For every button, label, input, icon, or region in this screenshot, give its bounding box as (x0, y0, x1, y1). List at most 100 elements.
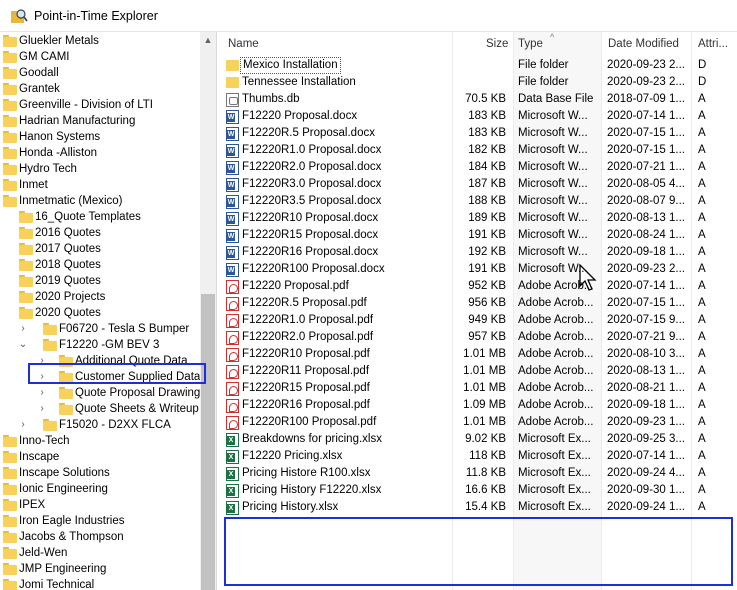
tree-item[interactable]: ⌄ F12220 -GM BEV 3 (3, 337, 203, 353)
tree-item[interactable]: › Quote Sheets & Writeup (3, 401, 203, 417)
file-name: F12220R100 Proposal.pdf (242, 416, 377, 428)
tree-item[interactable]: › Quote Proposal Drawings (3, 385, 206, 401)
file-row[interactable]: Tennessee Installation File folder 2020-09… (220, 74, 737, 91)
tree-item[interactable]: 16_Quote Templates (3, 209, 203, 225)
tree-item[interactable]: Inno-Tech (3, 433, 203, 449)
tree-item[interactable]: Ionic Engineering (3, 481, 203, 497)
file-attributes: A (698, 467, 706, 479)
file-row[interactable]: F12220 Proposal.pdf 952 KB Adobe Acrob... 2… (220, 278, 737, 295)
file-name: F12220R10 Proposal.pdf (242, 348, 370, 360)
file-row[interactable]: F12220 Pricing.xlsx 118 KB Microsoft Ex...… (220, 448, 737, 465)
folder-icon (3, 51, 17, 63)
tree-item[interactable]: Inscape Solutions (3, 465, 203, 481)
tree-item[interactable]: Hanon Systems (3, 129, 203, 145)
column-header-attributes[interactable]: Attri... (698, 38, 728, 50)
file-name: F12220R15 Proposal.docx (242, 229, 379, 241)
file-row[interactable]: F12220R100 Proposal.docx 191 KB Microsoft … (220, 261, 737, 278)
file-row[interactable]: F12220R15 Proposal.pdf 1.01 MB Adobe Acrob… (220, 380, 737, 397)
tree-scrollbar[interactable]: ▲ (200, 32, 216, 590)
file-modified: 2020-07-15 1... (607, 127, 686, 139)
tree-item[interactable]: 2020 Quotes (3, 305, 203, 321)
file-size: 118 KB (469, 450, 506, 462)
file-row[interactable]: F12220R.5 Proposal.pdf 956 KB Adobe Acrob.… (220, 295, 737, 312)
tree-item[interactable]: JMP Engineering (3, 561, 203, 577)
file-row[interactable]: F12220R2.0 Proposal.docx 184 KB Microsoft … (220, 159, 737, 176)
tree-item[interactable]: Honda -Alliston (3, 145, 203, 161)
file-row[interactable]: Pricing History F12220.xlsx 16.6 KB Micros… (220, 482, 737, 499)
tree-item[interactable]: 2019 Quotes (3, 273, 203, 289)
word-document-icon (226, 212, 239, 226)
chevron-right-icon[interactable]: › (37, 402, 47, 416)
folder-icon (3, 115, 17, 127)
column-header-type[interactable]: Type (518, 38, 543, 50)
file-row[interactable]: F12220R100 Proposal.pdf 1.01 MB Adobe Acro… (220, 414, 737, 431)
chevron-right-icon[interactable]: › (18, 418, 28, 432)
tree-item[interactable]: Goodall (3, 65, 203, 81)
tree-item[interactable]: 2016 Quotes (3, 225, 203, 241)
chevron-right-icon[interactable]: › (18, 322, 28, 336)
tree-item[interactable]: Iron Eagle Industries (3, 513, 203, 529)
column-header-modified[interactable]: Date Modified (608, 38, 679, 50)
file-row[interactable]: F12220R11 Proposal.pdf 1.01 MB Adobe Acrob… (220, 363, 737, 380)
file-list[interactable]: Name Size ^ Type Date Modified Attri... … (220, 32, 737, 590)
excel-document-icon (226, 484, 239, 498)
column-header-name[interactable]: Name (228, 38, 259, 50)
tree-item[interactable]: Grantek (3, 81, 203, 97)
file-row[interactable]: F12220R3.5 Proposal.docx 188 KB Microsoft … (220, 193, 737, 210)
file-modified: 2020-09-25 3... (607, 433, 686, 445)
file-row[interactable]: F12220R2.0 Proposal.pdf 957 KB Adobe Acrob… (220, 329, 737, 346)
file-row[interactable]: Mexico Installation File folder 2020-09-23… (220, 57, 737, 74)
tree-item[interactable]: GM CAMI (3, 49, 203, 65)
file-row[interactable]: Pricing History.xlsx 15.4 KB Microsoft Ex.… (220, 499, 737, 516)
tree-item[interactable]: 2017 Quotes (3, 241, 203, 257)
file-row[interactable]: F12220R1.0 Proposal.docx 182 KB Microsoft … (220, 142, 737, 159)
tree-item[interactable]: Jacobs & Thompson (3, 529, 203, 545)
file-row[interactable]: F12220 Proposal.docx 183 KB Microsoft W...… (220, 108, 737, 125)
chevron-down-icon[interactable]: ⌄ (18, 338, 28, 352)
file-row[interactable]: F12220R16 Proposal.pdf 1.09 MB Adobe Acrob… (220, 397, 737, 414)
tree-item[interactable]: › F06720 - Tesla S Bumper (3, 321, 203, 337)
file-row[interactable]: F12220R16 Proposal.docx 192 KB Microsoft W… (220, 244, 737, 261)
tree-item[interactable]: 2020 Projects (3, 289, 203, 305)
tree-item[interactable]: Gluekler Metals (3, 33, 203, 49)
file-size: 956 KB (468, 297, 506, 309)
file-row[interactable]: F12220R15 Proposal.docx 191 KB Microsoft W… (220, 227, 737, 244)
file-type: Microsoft W... (518, 263, 588, 275)
tree-item-label: Jacobs & Thompson (19, 531, 124, 543)
folder-icon (19, 275, 33, 287)
column-header-size[interactable]: Size (486, 38, 508, 50)
tree-item[interactable]: Hadrian Manufacturing (3, 113, 203, 129)
tree-item[interactable]: 2018 Quotes (3, 257, 203, 273)
tree-item[interactable]: Greenville - Division of LTI (3, 97, 203, 113)
tree-item[interactable]: Hydro Tech (3, 161, 203, 177)
tree-item[interactable]: Jeld-Wen (3, 545, 203, 561)
file-row[interactable]: F12220R.5 Proposal.docx 183 KB Microsoft W… (220, 125, 737, 142)
folder-icon (3, 179, 17, 191)
file-row[interactable]: F12220R3.0 Proposal.docx 187 KB Microsoft … (220, 176, 737, 193)
file-row[interactable]: F12220R10 Proposal.pdf 1.01 MB Adobe Acrob… (220, 346, 737, 363)
file-type: Microsoft W... (518, 110, 588, 122)
file-name: F12220R.5 Proposal.pdf (242, 297, 367, 309)
file-row[interactable]: Pricing Histore R100.xlsx 11.8 KB Microsof… (220, 465, 737, 482)
file-type: Microsoft W... (518, 144, 588, 156)
file-type: File folder (518, 59, 569, 71)
file-size: 183 KB (468, 127, 506, 139)
tree-item[interactable]: Inmet (3, 177, 203, 193)
tree-item[interactable]: › F15020 - D2XX FLCA (3, 417, 203, 433)
file-row[interactable]: Breakdowns for pricing.xlsx 9.02 KB Micros… (220, 431, 737, 448)
file-row[interactable]: F12220R1.0 Proposal.pdf 949 KB Adobe Acrob… (220, 312, 737, 329)
chevron-right-icon[interactable]: › (37, 386, 47, 400)
file-modified: 2020-09-23 2... (607, 76, 686, 88)
file-type: File folder (518, 76, 569, 88)
tree-item[interactable]: IPEX (3, 497, 203, 513)
file-name: F12220 Proposal.pdf (242, 280, 349, 292)
folder-tree[interactable]: Gluekler Metals GM CAMI Goodall Grantek Gree… (3, 32, 217, 590)
scroll-up-icon[interactable]: ▲ (200, 32, 216, 49)
tree-item[interactable]: Inmetmatic (Mexico) (3, 193, 203, 209)
file-row[interactable]: F12220R10 Proposal.docx 189 KB Microsoft W… (220, 210, 737, 227)
file-row[interactable]: Thumbs.db 70.5 KB Data Base File 2018-07-09… (220, 91, 737, 108)
scrollbar-thumb[interactable] (201, 294, 215, 590)
tree-item[interactable]: Inscape (3, 449, 203, 465)
file-name: F12220R2.0 Proposal.pdf (242, 331, 374, 343)
tree-item[interactable]: Jomi Technical (3, 577, 203, 590)
